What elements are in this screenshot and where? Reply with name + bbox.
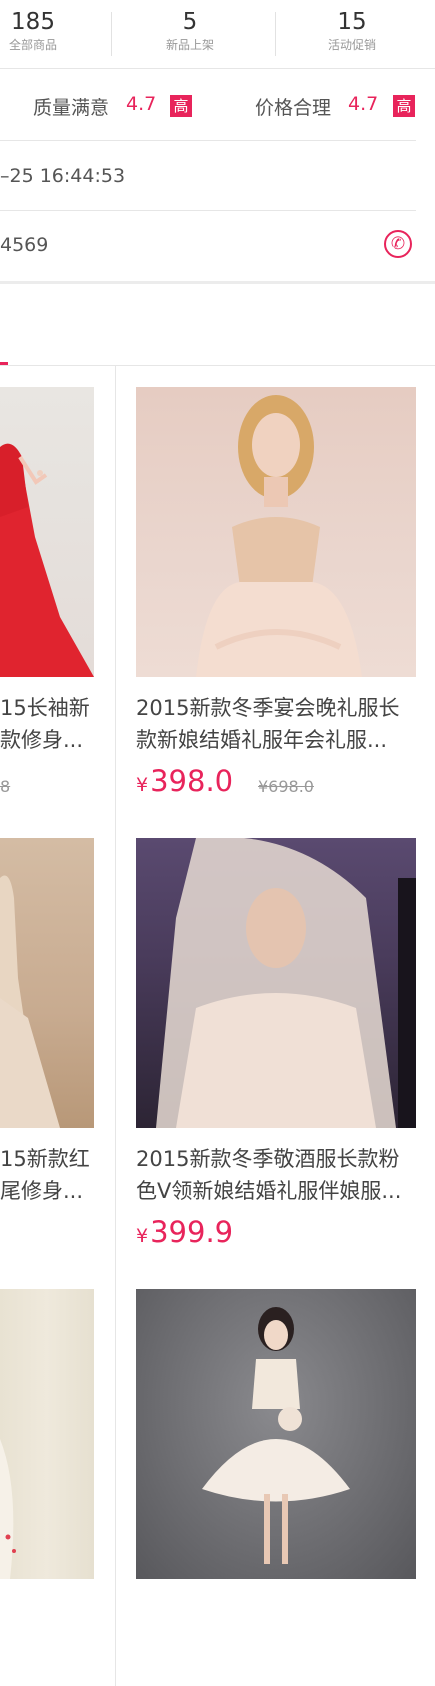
short-tulle-dress-illustration (202, 1307, 350, 1564)
currency-symbol: ¥ (136, 774, 149, 796)
open-time: –25 16:44:53 (0, 165, 126, 187)
product-title[interactable]: 款修身... (0, 724, 95, 756)
phone-row[interactable]: 4569 (0, 211, 416, 280)
stat-promotions[interactable]: 15 活动促销 (282, 8, 422, 54)
product-title[interactable]: 15新款红 (0, 1143, 95, 1175)
rating-row: 质量满意 4.7 高 价格合理 4.7 高 (0, 68, 416, 141)
section-divider (0, 281, 435, 284)
product-title[interactable]: 2015新款冬季敬酒服长款粉色V领新娘结婚礼服伴娘服... (136, 1143, 416, 1207)
stat-value: 15 (337, 9, 367, 35)
stat-label: 全部商品 (8, 38, 57, 52)
price-label: 价格合理 (255, 97, 332, 119)
product-image[interactable] (136, 838, 416, 1128)
stat-new-products[interactable]: 5 新品上架 (120, 8, 260, 54)
shop-stats-bar: 185 全部商品 5 新品上架 15 活动促销 (0, 0, 435, 69)
quality-badge: 高 (170, 95, 192, 117)
stat-all-products[interactable]: 185 全部商品 (0, 8, 103, 54)
nude-dress-illustration (0, 875, 60, 1128)
product-image[interactable] (136, 1289, 416, 1579)
product-original-price: ¥698.0 (258, 777, 314, 796)
product-image[interactable] (0, 1289, 94, 1579)
tab-underline (0, 365, 435, 366)
column-divider (115, 366, 116, 1686)
stat-value: 5 (182, 9, 198, 35)
product-image[interactable] (136, 387, 416, 677)
product-image[interactable] (0, 387, 94, 677)
quality-score: 4.7 (126, 93, 157, 115)
product-original-price: 8 (0, 777, 11, 796)
champagne-ball-gown-illustration (196, 395, 362, 677)
product-image[interactable] (0, 838, 94, 1128)
price-score: 4.7 (348, 93, 379, 115)
product-title[interactable]: 尾修身... (0, 1175, 95, 1207)
price-badge: 高 (393, 95, 415, 117)
product-title[interactable]: 15长袖新 (0, 692, 95, 724)
white-dress-illustration (0, 1439, 16, 1579)
quality-label: 质量满意 (33, 97, 110, 119)
stat-divider (275, 12, 276, 56)
stat-value: 185 (11, 9, 55, 35)
stat-label: 活动促销 (327, 38, 376, 52)
phone-icon[interactable]: ✆ (384, 230, 412, 258)
phone-number: 4569 (0, 234, 49, 256)
product-title[interactable]: 2015新款冬季宴会晚礼服长款新娘结婚礼服年会礼服... (136, 692, 416, 756)
stat-label: 新品上架 (165, 38, 214, 52)
red-lace-dress-illustration (0, 443, 94, 677)
product-price: ¥399.9 (136, 1215, 233, 1249)
product-price: ¥398.0 (136, 764, 233, 798)
currency-symbol: ¥ (136, 1225, 149, 1247)
lace-veil-gown-illustration (156, 838, 416, 1128)
stat-divider (111, 12, 112, 56)
open-time-row: –25 16:44:53 (0, 141, 416, 211)
price-value: 398.0 (150, 764, 234, 798)
price-value: 399.9 (150, 1215, 234, 1249)
